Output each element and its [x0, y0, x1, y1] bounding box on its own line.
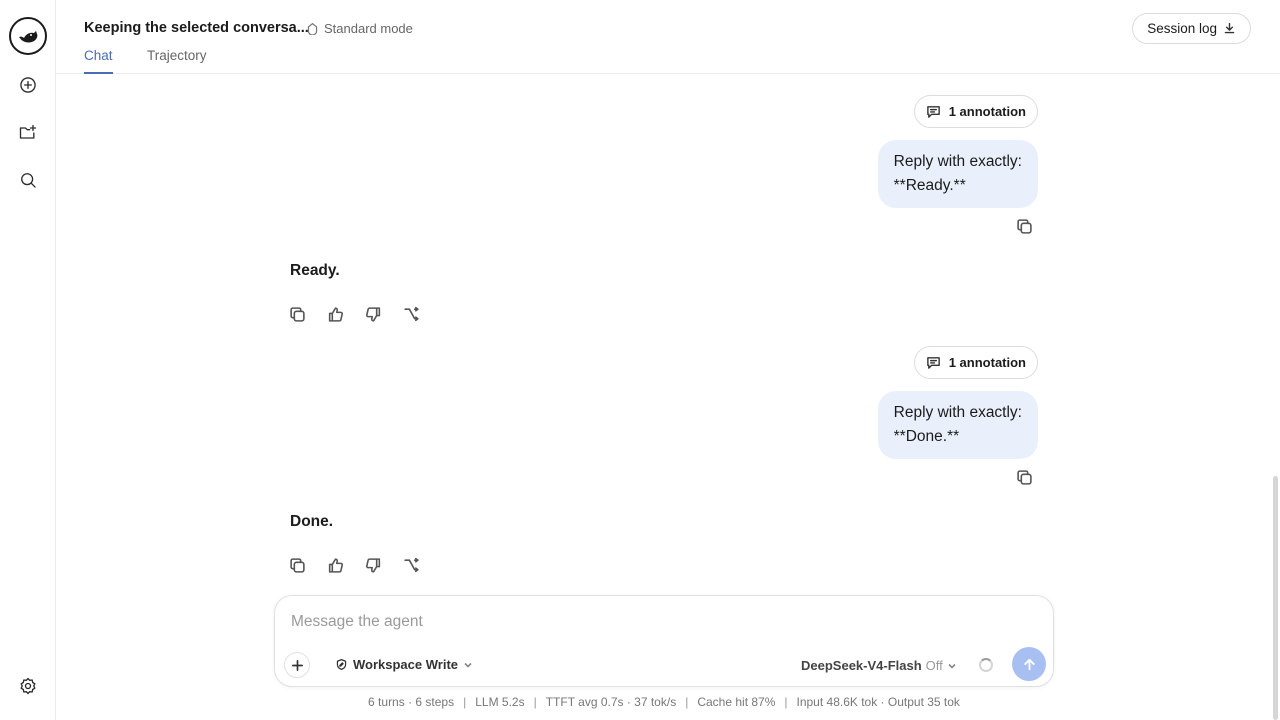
stat-separator: | — [685, 695, 689, 709]
model-label: DeepSeek-V4-Flash — [801, 658, 922, 673]
assistant-reply: Ready. — [290, 262, 340, 279]
left-rail — [0, 0, 56, 720]
stat-separator: | — [463, 695, 467, 709]
branch-button[interactable] — [402, 305, 420, 323]
branch-icon — [403, 306, 419, 321]
annotation-label: 1 annotation — [948, 355, 1026, 370]
thumbs-down-button[interactable] — [364, 305, 382, 323]
new-chat-icon — [20, 77, 36, 93]
message-input[interactable] — [291, 610, 1031, 634]
search-button[interactable] — [12, 164, 44, 196]
annotation-icon — [926, 106, 940, 118]
scrollbar[interactable] — [1272, 476, 1280, 720]
workspace-permission-select[interactable]: Workspace Write — [335, 657, 473, 672]
thumbs-up-icon — [328, 306, 343, 322]
annotation-chip[interactable]: 1 annotation — [913, 346, 1038, 379]
composer: Workspace Write DeepSeek-V4-Flash Off — [274, 595, 1054, 687]
copy-reply-button[interactable] — [288, 556, 306, 574]
session-log-button[interactable]: Session log — [1132, 13, 1251, 44]
annotation-label: 1 annotation — [948, 104, 1026, 119]
mode-label: Standard mode — [324, 21, 413, 36]
stat-ttft: TTFT avg 0.7s · 37 tok/s — [545, 695, 677, 709]
loading-spinner-icon — [979, 658, 993, 672]
page-title: Keeping the selected conversa... — [84, 20, 309, 36]
user-message-line: **Ready.** — [893, 177, 966, 194]
user-message-line: **Done.** — [893, 428, 960, 445]
header: Keeping the selected conversa... Standar… — [56, 0, 1280, 74]
settings-icon — [20, 677, 36, 695]
whale-logo-icon — [19, 31, 38, 43]
branch-button[interactable] — [402, 556, 420, 574]
thumbs-down-button[interactable] — [364, 556, 382, 574]
copy-icon — [289, 306, 305, 322]
thumbs-up-icon — [328, 557, 343, 573]
assistant-reply: Done. — [290, 513, 334, 530]
annotation-chip[interactable]: 1 annotation — [913, 95, 1038, 128]
workspace-label: Workspace Write — [353, 657, 459, 672]
stat-turns: 6 turns · 6 steps — [368, 695, 455, 709]
mode-icon — [307, 22, 318, 35]
chevron-down-icon — [464, 662, 472, 667]
user-message: Reply with exactly: **Ready.** — [877, 140, 1038, 208]
plus-icon — [291, 659, 303, 671]
copy-reply-button[interactable] — [288, 305, 306, 323]
reply-actions — [288, 556, 420, 574]
send-button[interactable] — [1012, 647, 1046, 681]
thumbs-down-icon — [365, 557, 380, 573]
chevron-down-icon — [948, 663, 956, 669]
new-folder-button[interactable] — [12, 117, 44, 149]
shield-edit-icon — [336, 659, 347, 670]
thinking-state: Off — [925, 658, 943, 673]
session-log-label: Session log — [1147, 21, 1217, 36]
mode-indicator: Standard mode — [306, 21, 413, 36]
app-logo[interactable] — [9, 17, 47, 55]
annotation-icon — [926, 357, 940, 369]
search-icon — [21, 173, 36, 188]
copy-icon — [289, 557, 305, 573]
tab-trajectory[interactable]: Trajectory — [147, 48, 207, 72]
download-icon — [1224, 22, 1235, 34]
user-message-line: Reply with exactly: — [893, 404, 1022, 421]
new-folder-icon — [19, 124, 37, 139]
session-stats: 6 turns · 6 steps | LLM 5.2s | TTFT avg 0.7s… — [0, 695, 1280, 709]
new-chat-button[interactable] — [12, 69, 44, 101]
arrow-up-icon — [1023, 658, 1035, 670]
tab-chat[interactable]: Chat — [84, 48, 113, 74]
copy-message-button[interactable] — [1014, 467, 1034, 487]
stat-cache: Cache hit 87% — [697, 695, 776, 709]
stat-separator: | — [533, 695, 537, 709]
stat-llm: LLM 5.2s — [475, 695, 525, 709]
thumbs-up-button[interactable] — [326, 305, 344, 323]
user-message: Reply with exactly: **Done.** — [877, 391, 1038, 459]
stat-tokens: Input 48.6K tok · Output 35 tok — [796, 695, 960, 709]
branch-icon — [403, 557, 419, 572]
stat-separator: | — [784, 695, 788, 709]
reply-actions — [288, 305, 420, 323]
user-message-line: Reply with exactly: — [893, 153, 1022, 170]
thumbs-up-button[interactable] — [326, 556, 344, 574]
scrollbar-thumb[interactable] — [1273, 476, 1278, 720]
copy-icon — [1016, 218, 1032, 234]
attach-button[interactable] — [284, 652, 310, 678]
copy-icon — [1016, 469, 1032, 485]
thumbs-down-icon — [365, 306, 380, 322]
copy-message-button[interactable] — [1014, 216, 1034, 236]
model-select[interactable]: DeepSeek-V4-Flash Off — [801, 658, 957, 673]
